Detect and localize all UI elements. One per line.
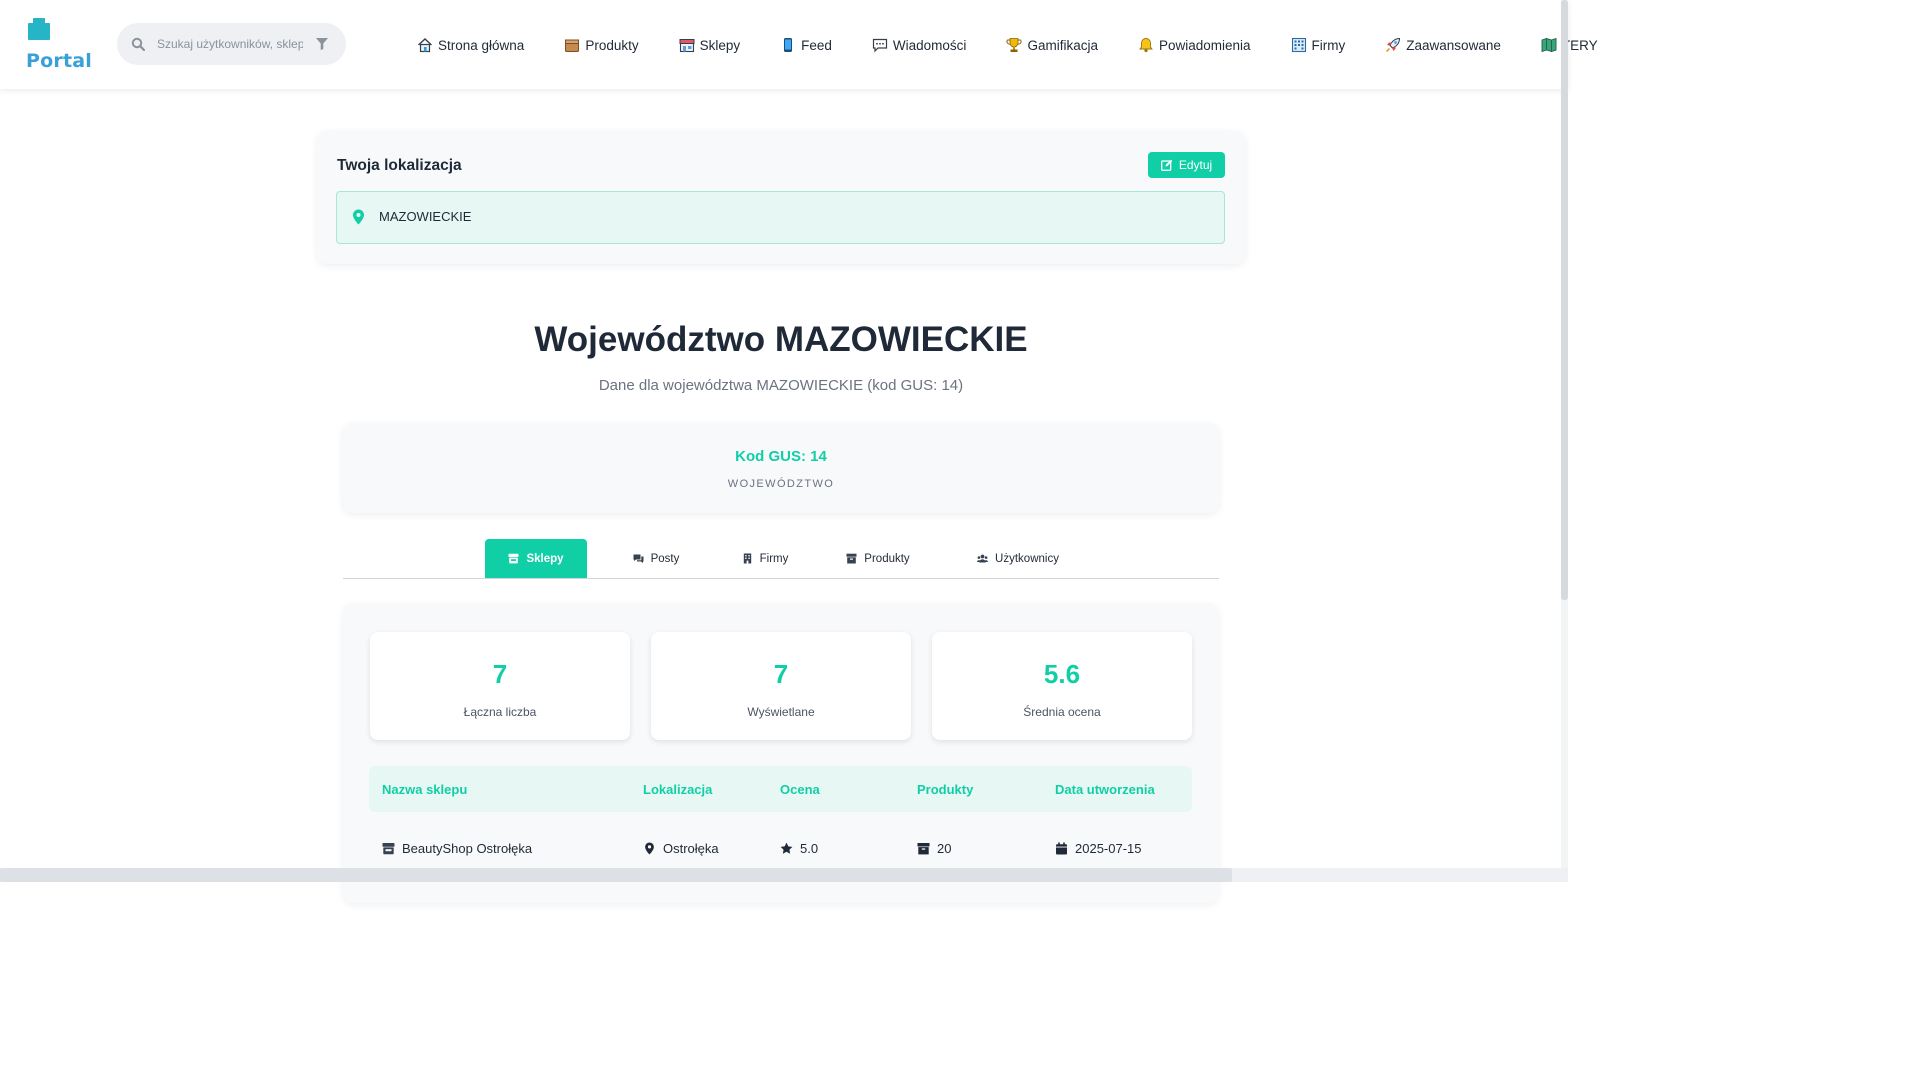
- column-header-name[interactable]: Nazwa sklepu: [382, 782, 467, 797]
- search-icon: [131, 37, 145, 51]
- nav-item-stores[interactable]: Sklepy: [679, 33, 740, 57]
- stat-card-displayed: 7 Wyświetlane: [651, 632, 911, 740]
- nav-item-messages[interactable]: Wiadomości: [872, 33, 966, 57]
- column-header-created[interactable]: Data utworzenia: [1055, 782, 1155, 797]
- map-pin-icon: [645, 842, 654, 855]
- store-icon: [382, 843, 395, 855]
- cell-store-name: BeautyShop Ostrołęka: [382, 841, 532, 856]
- edit-location-button[interactable]: Edytuj: [1148, 152, 1225, 178]
- store-icon: [508, 553, 519, 564]
- rocket-icon: [1386, 37, 1401, 53]
- column-header-rating[interactable]: Ocena: [780, 782, 820, 797]
- stores-panel: 7 Łączna liczba 7 Wyświetlane 5.6 Średni…: [343, 603, 1219, 903]
- map-pin-icon: [353, 209, 364, 225]
- location-card: Twoja lokalizacja Edytuj MAZOWIECKIE: [317, 131, 1245, 264]
- nav-item-feed[interactable]: Feed: [780, 33, 832, 57]
- nav-item-tery[interactable]: TERY: [1541, 33, 1598, 57]
- stat-label: Łączna liczba: [463, 705, 537, 719]
- main-nav: Strona główna Produkty Sklepy Feed Wiado…: [417, 33, 1638, 57]
- stat-label: Średnia ocena: [1023, 705, 1101, 719]
- page-subtitle: Dane dla województwa MAZOWIECKIE (kod GU…: [598, 377, 964, 394]
- filter-icon[interactable]: [316, 38, 328, 50]
- phone-icon: [784, 38, 793, 52]
- page-title: Województwo MAZOWIECKIE: [534, 320, 1028, 359]
- table-row[interactable]: BeautyShop Ostrołęka Ostrołęka 5.0 20 20…: [369, 833, 1192, 867]
- gus-code-value: Kod GUS: 14: [735, 448, 827, 465]
- nav-item-gamification[interactable]: Gamifikacja: [1006, 33, 1098, 57]
- stat-value: 5.6: [1043, 659, 1081, 689]
- column-header-location[interactable]: Lokalizacja: [643, 782, 712, 797]
- cell-location: Ostrołęka: [643, 841, 719, 856]
- nav-item-home[interactable]: Strona główna: [417, 33, 524, 57]
- map-icon: [1541, 37, 1557, 53]
- stat-card-total: 7 Łączna liczba: [370, 632, 630, 740]
- portal-logo-icon: [28, 18, 50, 40]
- box-icon: [565, 39, 580, 52]
- stat-label: Wyświetlane: [747, 705, 815, 719]
- bell-icon: [1139, 38, 1153, 53]
- edit-icon: [1160, 159, 1173, 171]
- horizontal-scrollbar-thumb[interactable]: [0, 868, 1232, 882]
- search-input[interactable]: [157, 34, 303, 54]
- star-icon: [780, 842, 793, 854]
- stat-value: 7: [773, 659, 789, 689]
- cell-rating: 5.0: [780, 841, 818, 856]
- vertical-scrollbar-thumb[interactable]: [1561, 0, 1568, 600]
- cell-products: 20: [917, 841, 951, 856]
- stat-value: 7: [492, 659, 508, 689]
- chat-icon: [872, 38, 888, 53]
- column-header-products[interactable]: Produkty: [917, 782, 973, 797]
- location-value-box: MAZOWIECKIE: [336, 191, 1225, 244]
- users-icon: [977, 554, 989, 563]
- nav-item-companies[interactable]: Firmy: [1291, 33, 1345, 57]
- top-navbar: Portal Strona główna Produkty: [0, 0, 1598, 89]
- gus-code-label: WOJEWÓDZTWO: [727, 478, 835, 490]
- tab-products[interactable]: Produkty: [829, 539, 927, 578]
- trophy-icon: [1006, 38, 1022, 52]
- store-icon: [679, 39, 695, 53]
- comments-icon: [633, 554, 644, 563]
- nav-item-notifications[interactable]: Powiadomienia: [1138, 33, 1251, 57]
- home-icon: [418, 38, 432, 53]
- building-icon: [743, 553, 751, 564]
- tab-companies[interactable]: Firmy: [721, 539, 809, 578]
- vertical-scrollbar[interactable]: [1561, 0, 1568, 868]
- building-icon: [1291, 37, 1306, 53]
- stat-card-avg-rating: 5.6 Średnia ocena: [932, 632, 1192, 740]
- tab-posts[interactable]: Posty: [611, 539, 701, 578]
- gus-code-card: Kod GUS: 14 WOJEWÓDZTWO: [343, 423, 1219, 513]
- location-value: MAZOWIECKIE: [379, 209, 472, 224]
- nav-item-advanced[interactable]: Zaawansowane: [1385, 33, 1501, 57]
- location-card-title: Twoja lokalizacja: [337, 157, 462, 174]
- tab-bar: Sklepy Posty Firmy Produkty Użytkownicy: [343, 539, 1219, 579]
- search-box: [117, 23, 346, 65]
- horizontal-scrollbar[interactable]: [0, 868, 1568, 882]
- logo-text: Portal: [26, 50, 92, 72]
- cell-created: 2025-07-15: [1055, 841, 1142, 856]
- tab-stores[interactable]: Sklepy: [485, 539, 587, 578]
- box-icon: [846, 553, 857, 564]
- portal-logo[interactable]: Portal: [26, 18, 96, 74]
- table-header: Nazwa sklepu Lokalizacja Ocena Produkty …: [369, 766, 1192, 812]
- box-icon: [917, 843, 930, 855]
- nav-item-products[interactable]: Produkty: [564, 33, 639, 57]
- calendar-icon: [1056, 842, 1067, 855]
- tab-users[interactable]: Użytkownicy: [955, 539, 1081, 578]
